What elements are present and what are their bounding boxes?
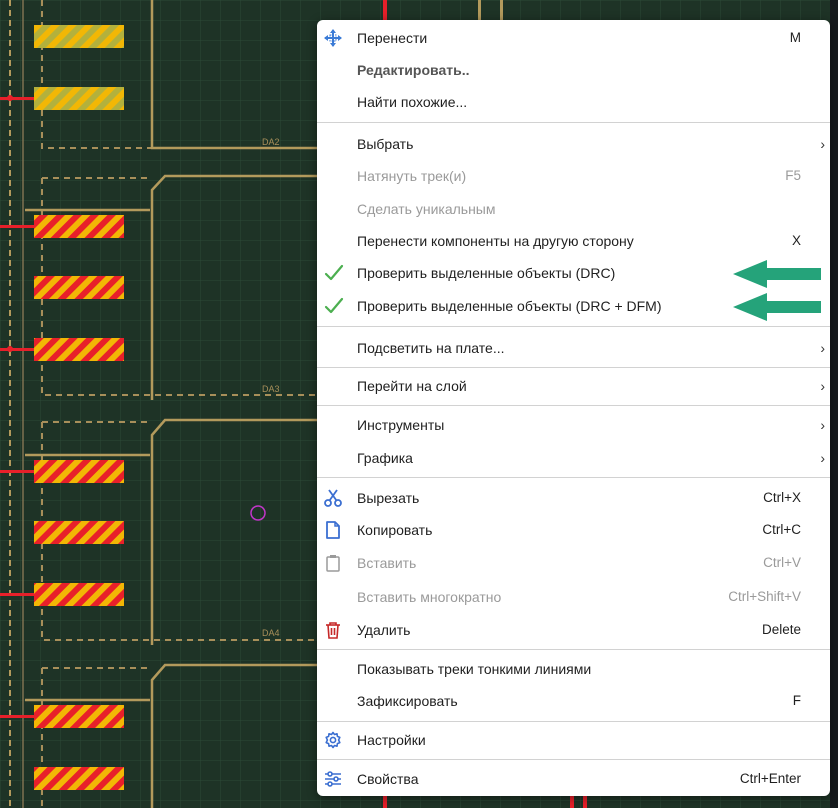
menu-separator [317,405,830,406]
chevron-right-icon: › [820,136,825,152]
checkmark-icon [324,264,344,282]
pad [34,215,124,238]
designator-label: DA2 [262,137,280,147]
pad [34,460,124,483]
menu-item-settings[interactable]: Настройки [317,724,830,756]
copy-icon [324,521,342,539]
menu-separator [317,122,830,123]
menu-item-move[interactable]: Перенести M [317,22,830,54]
menu-item-goto-layer[interactable]: Перейти на слой › [317,370,830,402]
pad [34,521,124,544]
menu-item-find-similar[interactable]: Найти похожие... [317,86,830,118]
menu-item-highlight-board[interactable]: Подсветить на плате... › [317,332,830,364]
pad [34,583,124,606]
sliders-icon [324,770,342,788]
menu-item-graphics[interactable]: Графика › [317,442,830,474]
context-menu: Перенести M Редактировать.. Найти похожи… [317,20,830,796]
menu-item-select[interactable]: Выбрать › [317,128,830,160]
chevron-right-icon: › [820,378,825,394]
chevron-right-icon: › [820,340,825,356]
menu-item-delete[interactable]: Удалить Delete [317,614,830,646]
pad [34,276,124,299]
menu-item-paste[interactable]: Вставить Ctrl+V [317,547,830,579]
chevron-right-icon: › [820,417,825,433]
pad [34,705,124,728]
menu-separator [317,759,830,760]
clipboard-icon [324,554,342,572]
menu-item-make-unique[interactable]: Сделать уникальным [317,193,830,225]
menu-item-tools[interactable]: Инструменты › [317,409,830,441]
annotation-arrow-icon [733,293,821,321]
gear-icon [324,731,342,749]
menu-item-paste-multiple[interactable]: Вставить многократно Ctrl+Shift+V [317,581,830,613]
move-icon [324,29,342,47]
pad [34,25,124,48]
menu-item-edit[interactable]: Редактировать.. [317,54,830,86]
menu-item-pull-track[interactable]: Натянуть трек(и) F5 [317,160,830,192]
designator-label: DA4 [262,628,280,638]
trash-icon [324,621,342,639]
annotation-arrow-icon [733,260,821,288]
chevron-right-icon: › [820,450,825,466]
menu-item-move-other-side[interactable]: Перенести компоненты на другую сторону X [317,225,830,257]
menu-separator [317,721,830,722]
pad [34,767,124,790]
menu-item-lock[interactable]: Зафиксировать F [317,685,830,717]
menu-separator [317,326,830,327]
menu-separator [317,649,830,650]
pad [34,338,124,361]
menu-item-thin-tracks[interactable]: Показывать треки тонкими линиями [317,653,830,685]
menu-item-properties[interactable]: Свойства Ctrl+Enter [317,763,830,795]
scissors-icon [324,489,342,507]
menu-separator [317,367,830,368]
checkmark-icon [324,297,344,315]
pad [34,87,124,110]
menu-item-copy[interactable]: Копировать Ctrl+C [317,514,830,546]
designator-label: DA3 [262,384,280,394]
menu-item-cut[interactable]: Вырезать Ctrl+X [317,482,830,514]
menu-separator [317,477,830,478]
